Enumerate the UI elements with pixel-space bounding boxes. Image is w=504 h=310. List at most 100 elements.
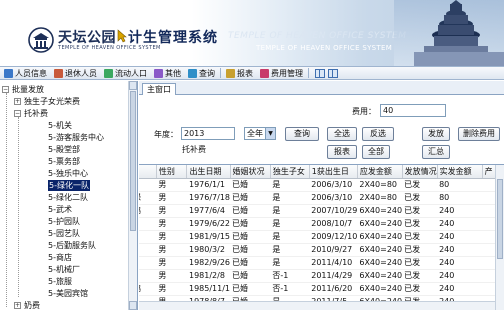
tree-item[interactable]: 5-殿堂部 — [48, 143, 80, 155]
tree-item[interactable]: 5-商店 — [48, 251, 72, 263]
column-header[interactable]: 出生日期 — [186, 165, 231, 179]
table-cell: 240 — [437, 217, 483, 231]
column-header[interactable]: 婚姻状况 — [230, 165, 271, 179]
tree-item-label: 5-殿堂部 — [48, 144, 80, 154]
tree-item[interactable]: 5-护园队 — [48, 215, 80, 227]
table-cell — [482, 204, 496, 218]
table-cell: 1982/9/26 — [186, 256, 231, 270]
split-layout-icon[interactable] — [315, 68, 325, 78]
tree-guide-line — [18, 117, 19, 297]
table-row[interactable]: 鹏男1977/6/4已婚是2007/10/296X40=240已发240 — [139, 204, 496, 218]
table-cell: 2008/10/7 — [309, 217, 358, 231]
tree-item[interactable]: 5-园艺队 — [48, 227, 80, 239]
table-cell: 2X40=80 — [357, 191, 403, 205]
column-header[interactable]: 独生子女 — [270, 165, 310, 179]
table-cell: 2006/3/10 — [309, 191, 358, 205]
tree-item[interactable]: 5-绿化一队 — [48, 179, 90, 191]
app-banner: 天坛公园 TEMPLE OF HEAVEN OFFICE SYSTEM 计生管理… — [0, 0, 504, 66]
collapse-icon[interactable]: − — [14, 109, 21, 117]
table-cell: 1977/6/4 — [186, 204, 231, 218]
delete-fee-button[interactable]: 删除费用 — [458, 127, 500, 141]
tree-root[interactable]: − 批量发放 — [2, 83, 44, 95]
tree-item[interactable]: + 独生子女光荣费 — [14, 95, 80, 107]
table-cell — [482, 269, 496, 283]
table-vertical-scrollbar[interactable] — [495, 165, 504, 310]
retiree-icon — [54, 68, 63, 78]
tree-item[interactable]: 5-机关 — [48, 119, 72, 131]
tree-item[interactable]: 5-票务部 — [48, 155, 80, 167]
tree-item[interactable]: 5-美园宾馆 — [48, 287, 88, 299]
table-row[interactable]: 男 1979/6/22 已婚是 2008/10/7 6X40=240 已发 240 — [139, 217, 496, 231]
summary-button[interactable]: 汇总 — [422, 145, 450, 159]
period-select[interactable]: 全年 ▼ — [244, 127, 276, 140]
table-row[interactable]: 禄男1976/7/18已婚是2006/3/102X40=80已发80 — [139, 191, 496, 205]
invert-selection-button[interactable]: 反选 — [362, 127, 394, 141]
table-cell: 已发 — [402, 217, 438, 231]
chevron-down-icon[interactable]: ▼ — [265, 128, 275, 139]
tree-item[interactable]: + 奶费 — [14, 299, 40, 310]
table-row[interactable]: 男 1981/9/15 已婚是 2009/12/10 6X40=240 已发 240 — [139, 230, 496, 244]
column-header[interactable]: 1获出生日 — [309, 165, 358, 179]
menu-item-2[interactable]: 退休人员 — [52, 67, 99, 79]
menu-item-7[interactable]: 费用管理 — [258, 67, 305, 79]
query-button[interactable]: 查询 — [285, 127, 319, 141]
table-cell: 2X40=80 — [357, 178, 403, 192]
table-row[interactable]: 男 1976/1/1 已婚是 2006/3/10 2X40=80 已发 80 — [139, 178, 496, 192]
column-header[interactable]: 实发金额 — [437, 165, 483, 179]
collapse-icon[interactable]: − — [2, 85, 9, 93]
tab-main-window[interactable]: 主窗口 — [142, 83, 176, 95]
tree-item[interactable]: 5-独乐中心 — [48, 167, 88, 179]
tree-item-label: 托补费 — [24, 108, 48, 118]
table-row[interactable]: 男 1981/2/8 已婚 否-1 2011/4/29 6X40=240 已发 240 — [139, 269, 496, 283]
table-cell: 2010/9/27 — [309, 243, 358, 257]
column-header[interactable]: 产 — [482, 165, 497, 179]
table-cell — [139, 217, 157, 231]
scroll-down-icon[interactable] — [129, 301, 137, 310]
other-icon — [154, 68, 163, 78]
menu-item-label: 费用管理 — [271, 68, 303, 78]
scroll-up-icon[interactable] — [129, 81, 137, 90]
scroll-thumb[interactable] — [497, 179, 503, 259]
table-cell: 是 — [270, 243, 310, 257]
tree-item[interactable]: 5-武术 — [48, 203, 72, 215]
table-cell: 1979/6/22 — [186, 217, 231, 231]
column-header[interactable] — [139, 165, 157, 179]
expand-icon[interactable]: + — [14, 97, 21, 105]
report-button[interactable]: 报表 — [327, 145, 357, 159]
payment-table: 性别 出生日期 婚姻状况 独生子女 1获出生日 应发金额 发放情况 实发金额产 男 1976/1… — [139, 164, 504, 310]
table-row[interactable]: 男 1982/9/26 已婚是 2011/4/10 6X40=240 已发 240 — [139, 256, 496, 270]
table-horizontal-scrollbar[interactable] — [139, 301, 495, 310]
tree-item[interactable]: 5-绿化二队 — [48, 191, 88, 203]
menu-item-5[interactable]: 查询 — [186, 67, 217, 79]
table-row[interactable]: 男 1980/3/2 已婚是 2010/9/27 6X40=240 已发 240 — [139, 243, 496, 257]
tree-scrollbar[interactable] — [128, 81, 137, 310]
show-all-button[interactable]: 全部 — [362, 145, 390, 159]
scroll-thumb[interactable] — [130, 91, 136, 231]
table-row[interactable]: 鹏男1985/11/1已婚否-12011/6/206X40=240已发240 — [139, 282, 496, 296]
column-header[interactable]: 性别 — [156, 165, 188, 179]
tree-item[interactable]: 5-后勤服务队 — [48, 239, 96, 251]
tree-item[interactable]: 5-机械厂 — [48, 263, 80, 275]
tree-item[interactable]: 5-旅服 — [48, 275, 72, 287]
menu-item-3[interactable]: 流动人口 — [102, 67, 149, 79]
select-all-button[interactable]: 全选 — [327, 127, 357, 141]
table-cell: 已婚 — [230, 217, 271, 231]
menu-item-6[interactable]: 报表 — [224, 67, 255, 79]
tree-item-label: 5-旅服 — [48, 276, 72, 286]
table-cell: 240 — [437, 204, 483, 218]
fee-input[interactable]: 40 — [380, 104, 446, 117]
table-cell: 男 — [156, 204, 187, 218]
year-input[interactable]: 2013 — [181, 127, 235, 140]
tree-item[interactable]: − 托补费 — [14, 107, 48, 119]
window-layout-icon[interactable] — [328, 68, 338, 78]
banner-watermark: TEMPLE OF HEAVEN OFFICE SYSTEM — [228, 31, 407, 41]
tree-item[interactable]: 5-游客服务中心 — [48, 131, 104, 143]
table-cell: 是 — [270, 191, 310, 205]
menu-item-1[interactable]: 人员信息 — [2, 67, 49, 79]
table-cell — [139, 269, 157, 283]
expand-icon[interactable]: + — [14, 301, 21, 309]
column-header[interactable]: 应发金额 — [357, 165, 403, 179]
issue-button[interactable]: 发放 — [422, 127, 450, 141]
column-header[interactable]: 发放情况 — [402, 165, 438, 179]
menu-item-4[interactable]: 其他 — [152, 67, 183, 79]
